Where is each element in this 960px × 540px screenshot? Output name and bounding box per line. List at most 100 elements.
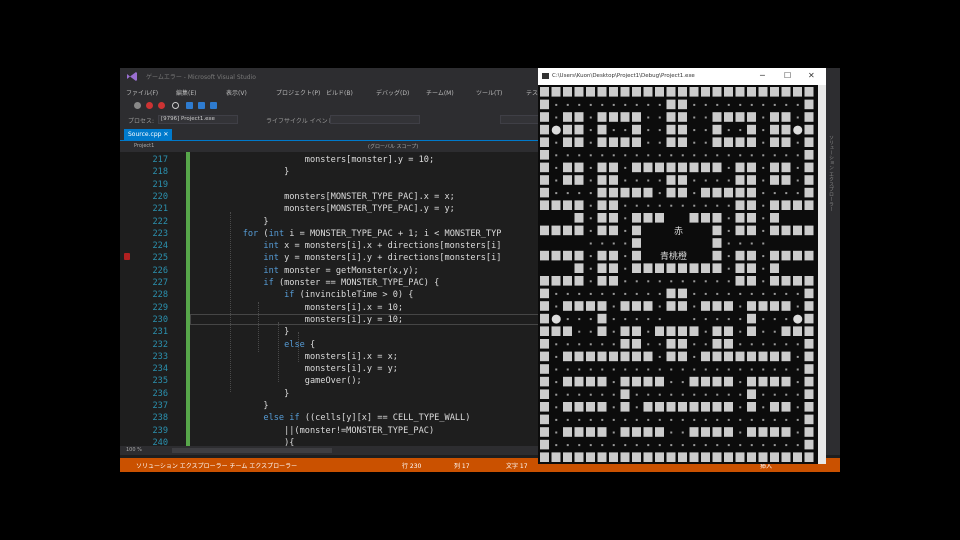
maze-dot xyxy=(566,393,569,396)
menu-item[interactable]: ツール(T) xyxy=(476,88,502,97)
maze-dot xyxy=(762,116,765,119)
step-icon[interactable] xyxy=(186,102,193,109)
maze-dot xyxy=(589,217,592,220)
maze-dot xyxy=(785,343,788,346)
maze-dot xyxy=(658,192,661,195)
maze-dot xyxy=(635,406,638,409)
maze-wall xyxy=(540,402,549,412)
menu-item[interactable]: チーム(M) xyxy=(426,88,454,97)
close-icon[interactable]: ✕ xyxy=(163,131,168,138)
break-all-icon[interactable] xyxy=(146,102,153,109)
maze-dot xyxy=(670,368,673,371)
maze-dot xyxy=(624,129,627,132)
maze-dot xyxy=(773,343,776,346)
maze-wall xyxy=(781,276,791,286)
maze-dot xyxy=(555,393,558,396)
maze-wall xyxy=(678,162,687,173)
maze-dot xyxy=(785,192,788,195)
maze-wall xyxy=(632,213,641,223)
maze-wall xyxy=(563,452,572,462)
continue-icon[interactable] xyxy=(134,102,141,109)
maze-dot xyxy=(704,154,707,157)
maze-dot xyxy=(773,368,776,371)
maze-wall xyxy=(793,225,802,236)
maze-dot xyxy=(796,116,799,119)
maze-wall xyxy=(620,452,630,462)
zoom-level[interactable]: 100 % xyxy=(126,447,142,453)
scrollbar-thumb[interactable] xyxy=(172,448,332,453)
maze-dot xyxy=(670,418,673,421)
maze-wall xyxy=(620,326,630,336)
maze-dot xyxy=(566,192,569,195)
menu-item[interactable]: デバッグ(D) xyxy=(376,88,409,97)
status-explorer-text[interactable]: ソリューション エクスプローラー チーム エクスプローラー xyxy=(136,461,297,470)
menu-item[interactable]: 編集(E) xyxy=(176,88,196,97)
maze-wall xyxy=(540,187,549,198)
maze-dot xyxy=(796,292,799,295)
menu-item[interactable]: ファイル(F) xyxy=(126,88,158,97)
maze-wall xyxy=(747,376,756,387)
maze-wall xyxy=(804,364,814,374)
thread-dropdown[interactable] xyxy=(330,115,420,124)
solution-explorer-rail[interactable]: ソリューション エクスプローラー xyxy=(825,127,840,447)
maze-dot xyxy=(658,418,661,421)
restart-icon[interactable] xyxy=(172,102,179,109)
maze-wall xyxy=(804,200,814,210)
maze-dot xyxy=(658,116,661,119)
maze-dot xyxy=(704,318,707,321)
stop-icon[interactable] xyxy=(158,102,165,109)
maze-wall xyxy=(724,339,733,349)
console-scrollbar[interactable] xyxy=(818,85,826,464)
maze-wall xyxy=(597,351,607,362)
maze-dot xyxy=(589,318,592,321)
scope-dropdown[interactable]: (グローバル スコープ) xyxy=(368,143,418,150)
maze-wall xyxy=(540,124,549,135)
maze-wall xyxy=(620,301,630,311)
maze-wall xyxy=(666,99,676,110)
menu-item[interactable]: ビルド(B) xyxy=(326,88,353,97)
process-dropdown[interactable]: [9796] Project1.exe xyxy=(158,115,238,124)
maze-wall xyxy=(586,402,595,412)
maze-wall xyxy=(620,87,630,97)
maze-dot xyxy=(612,418,615,421)
step-out-icon[interactable] xyxy=(210,102,217,109)
maze-dot xyxy=(739,129,742,132)
minimize-icon[interactable]: ─ xyxy=(760,71,765,80)
maze-dot xyxy=(704,330,707,333)
maze-dot xyxy=(578,368,581,371)
maze-dot xyxy=(750,343,753,346)
maze-dot xyxy=(773,444,776,447)
maze-wall xyxy=(632,263,641,273)
maze-dot xyxy=(762,444,765,447)
maze-dot xyxy=(624,368,627,371)
maze-wall xyxy=(724,326,733,336)
menu-item[interactable]: プロジェクト(P) xyxy=(276,88,320,97)
maze-dot xyxy=(555,292,558,295)
maze-wall xyxy=(540,112,549,122)
maze-dot xyxy=(601,242,604,245)
maze-wall xyxy=(620,351,630,362)
maze-dot xyxy=(670,154,673,157)
menu-item[interactable]: 表示(V) xyxy=(226,88,247,97)
maze-dot xyxy=(670,381,673,384)
maze-dot xyxy=(589,229,592,232)
maze-wall xyxy=(632,238,641,248)
thread-label: ライフサイクル イベント xyxy=(266,118,334,125)
maze-wall xyxy=(735,87,745,97)
process-value: [9796] Project1.exe xyxy=(161,116,215,122)
maze-dot xyxy=(589,418,592,421)
step-over-icon[interactable] xyxy=(198,102,205,109)
maze-wall xyxy=(781,301,791,311)
maximize-icon[interactable]: ☐ xyxy=(784,71,791,80)
maze-wall xyxy=(701,376,710,387)
maze-wall xyxy=(563,301,572,311)
close-icon[interactable]: ✕ xyxy=(808,71,815,80)
project-dropdown[interactable]: Project1 xyxy=(134,143,154,149)
maze-dot xyxy=(762,192,765,195)
tab-source-cpp[interactable]: Source.cpp ✕ xyxy=(124,129,173,140)
maze-wall xyxy=(781,402,791,412)
maze-wall xyxy=(758,427,768,437)
code-text: if (monster == MONSTER_TYPE_PAC) { xyxy=(263,278,440,288)
maze-wall xyxy=(793,87,802,97)
maze-dot xyxy=(681,280,684,283)
